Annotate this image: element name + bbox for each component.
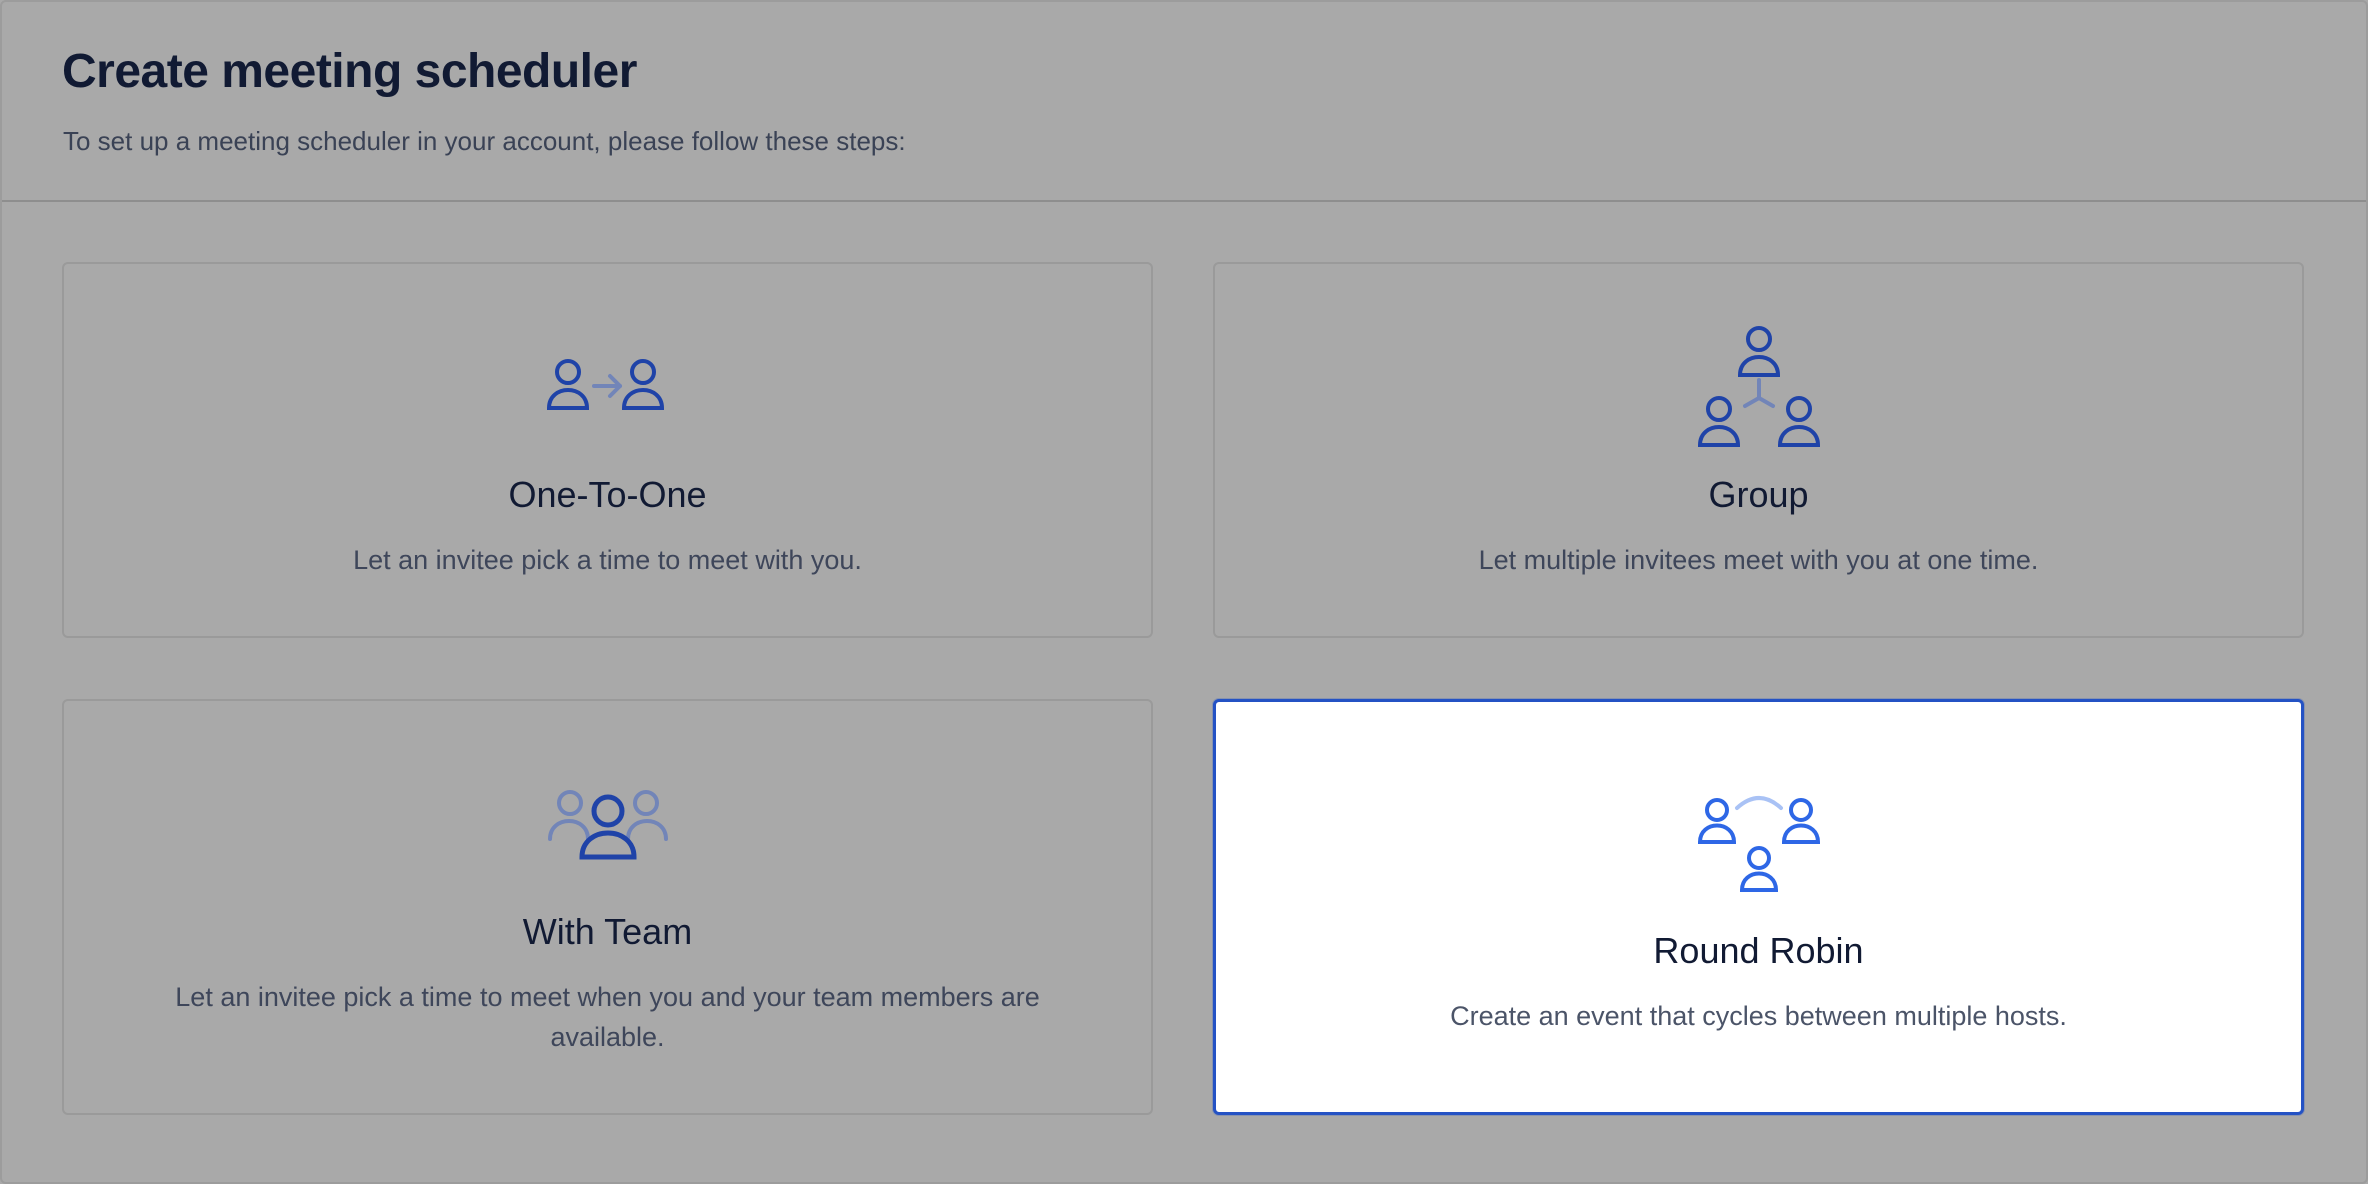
option-description: Let an invitee pick a time to meet with …	[353, 545, 862, 575]
scheduler-dialog: Create meeting scheduler To set up a mee…	[0, 0, 2368, 1184]
option-description: Let multiple invitees meet with you at o…	[1478, 545, 2039, 575]
page-subtitle: To set up a meeting scheduler in your ac…	[63, 126, 906, 156]
page-title: Create meeting scheduler	[62, 45, 637, 98]
option-label: With Team	[522, 911, 693, 952]
option-label: Group	[1708, 474, 1809, 515]
option-card-group[interactable]: Group Let multiple invitees meet with yo…	[1213, 262, 2304, 638]
one-to-one-icon	[546, 359, 664, 410]
option-label: Round Robin	[1653, 930, 1864, 971]
option-description: Create an event that cycles between mult…	[1450, 1001, 2067, 1031]
option-card-one-to-one[interactable]: One-To-One Let an invitee pick a time to…	[62, 262, 1153, 638]
team-icon	[547, 790, 668, 860]
dialog-header: Create meeting scheduler To set up a mee…	[2, 2, 2366, 202]
round-robin-icon	[1697, 796, 1820, 892]
option-label: One-To-One	[508, 474, 707, 515]
option-card-round-robin[interactable]: Round Robin Create an event that cycles …	[1213, 699, 2304, 1115]
group-icon	[1697, 326, 1820, 447]
option-description: Let an invitee pick a time to meet when …	[175, 982, 1040, 1052]
option-card-with-team[interactable]: With Team Let an invitee pick a time to …	[62, 699, 1153, 1115]
